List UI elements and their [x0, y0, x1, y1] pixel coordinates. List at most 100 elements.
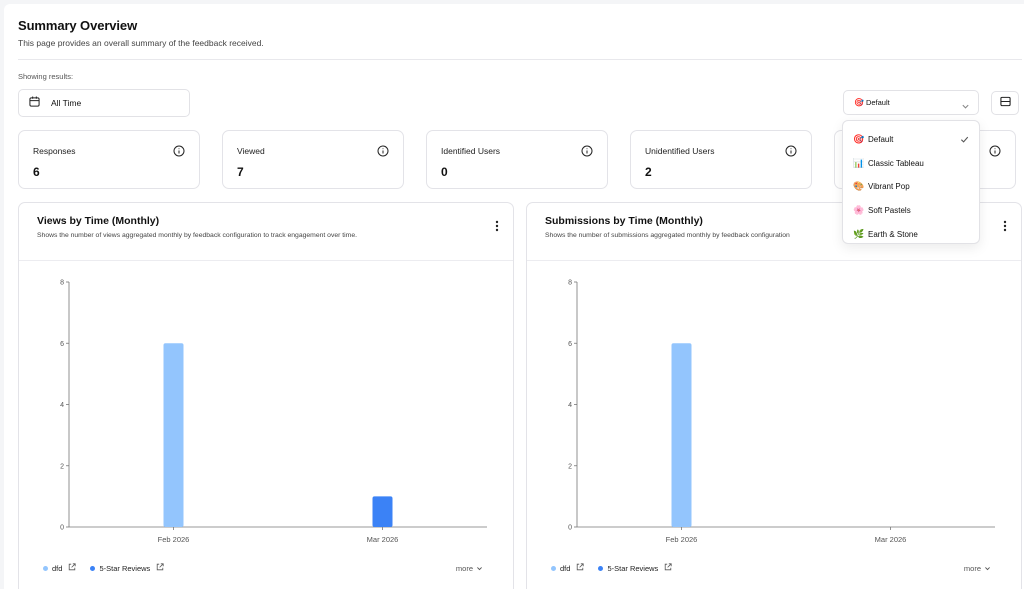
color-palette-select[interactable]: 🎯 Default [843, 90, 979, 115]
header-divider [18, 59, 1022, 60]
stat-value: 2 [645, 165, 652, 179]
showing-results-label: Showing results: [18, 72, 74, 81]
external-link-icon[interactable] [68, 563, 77, 573]
x-tick-label: Mar 2026 [367, 535, 399, 544]
views-by-time-card: Views by Time (Monthly) Shows the number… [18, 202, 514, 589]
stat-card-viewed: Viewed 7 [222, 130, 404, 189]
views-bar-chart: 0 2 4 6 8 Feb 2026 Mar 2026 [60, 280, 487, 544]
legend-swatch [43, 565, 48, 571]
legend-item-dfd[interactable]: dfd [43, 563, 77, 573]
more-label: more [963, 564, 981, 573]
chart-description: Shows the number of submissions aggregat… [545, 232, 790, 239]
legend-label: dfd [560, 563, 571, 573]
option-label: Vibrant Pop [868, 182, 910, 192]
palette-dropdown-menu: 🎯 Default 📊 Classic Tableau 🎨 Vibrant Po… [842, 120, 980, 244]
y-tick-label: 8 [60, 280, 64, 287]
y-tick-label: 2 [60, 463, 64, 470]
page-subtitle: This page provides an overall summary of… [18, 38, 264, 48]
bar-dfd [671, 343, 692, 527]
calendar-icon [29, 94, 40, 112]
x-tick-label: Mar 2026 [875, 535, 907, 544]
stat-value: 6 [33, 165, 40, 179]
palette-option-earth-stone[interactable]: 🌿 Earth & Stone [843, 222, 979, 246]
chart-legend: dfd 5-Star Reviews [43, 563, 178, 573]
page-title: Summary Overview [18, 18, 138, 33]
chart-title: Views by Time (Monthly) [37, 215, 160, 227]
chart-legend: dfd 5-Star Reviews [551, 563, 686, 573]
chevron-down-icon [961, 98, 970, 116]
page-header: Summary Overview This page provides an o… [18, 18, 1024, 48]
legend-label: 5-Star Reviews [99, 563, 151, 573]
option-label: Earth & Stone [868, 229, 918, 239]
info-icon[interactable] [785, 144, 797, 162]
option-label: Classic Tableau [868, 158, 924, 168]
stat-label: Viewed [237, 146, 265, 156]
external-link-icon[interactable] [156, 563, 164, 573]
target-icon: 🎯 [854, 98, 864, 107]
more-label: more [455, 564, 473, 573]
chevron-down-icon [477, 567, 482, 571]
stat-card-responses: Responses 6 [18, 130, 200, 189]
y-tick-label: 6 [568, 341, 572, 348]
x-tick-label: Feb 2026 [158, 535, 190, 544]
y-tick-label: 4 [60, 402, 64, 409]
legend-swatch [598, 565, 604, 571]
palette-option-soft-pastels[interactable]: 🌸 Soft Pastels [843, 199, 979, 223]
legend-label: dfd [52, 563, 63, 573]
y-tick-label: 4 [568, 402, 572, 409]
legend-swatch [551, 565, 556, 571]
submissions-by-time-card: Submissions by Time (Monthly) Shows the … [526, 202, 1022, 589]
info-icon[interactable] [581, 144, 593, 162]
external-link-icon[interactable] [576, 563, 585, 573]
submissions-bar-chart: 0 2 4 6 8 Feb 2026 Mar 2026 [568, 280, 995, 544]
date-range-picker[interactable]: All Time [18, 89, 190, 117]
stat-value: 7 [237, 165, 244, 179]
external-link-icon[interactable] [664, 563, 672, 573]
y-tick-label: 0 [568, 525, 572, 532]
chart-title: Submissions by Time (Monthly) [545, 215, 703, 227]
palette-option-classic-tableau[interactable]: 📊 Classic Tableau [843, 152, 979, 176]
palette-selected-label: Default [865, 98, 890, 107]
target-icon: 🎯 [853, 134, 865, 145]
info-icon[interactable] [989, 144, 1001, 162]
palette-option-default[interactable]: 🎯 Default [843, 128, 979, 152]
bar-chart-icon: 📊 [853, 157, 865, 168]
x-tick-label: Feb 2026 [666, 535, 698, 544]
summary-page: Summary Overview This page provides an o… [4, 4, 1024, 589]
stat-label: Responses [33, 146, 76, 156]
chevron-down-icon [985, 567, 990, 571]
more-options-icon[interactable] [1003, 219, 1007, 237]
chart-header: Views by Time (Monthly) Shows the number… [19, 203, 513, 261]
y-tick-label: 0 [60, 525, 64, 532]
palette-option-vibrant-pop[interactable]: 🎨 Vibrant Pop [843, 175, 979, 199]
flower-icon: 🌸 [853, 205, 865, 216]
legend-label: 5-Star Reviews [607, 563, 659, 573]
legend-item-dfd[interactable]: dfd [551, 563, 585, 573]
date-range-label: All Time [51, 98, 82, 108]
stat-label: Unidentified Users [645, 146, 715, 156]
info-icon[interactable] [377, 144, 389, 162]
info-icon[interactable] [173, 144, 185, 162]
y-tick-label: 2 [568, 463, 572, 470]
legend-item-5-star-reviews[interactable]: 5-Star Reviews [90, 563, 164, 573]
chart-description: Shows the number of views aggregated mon… [37, 232, 358, 239]
bar-5-star-reviews [372, 496, 393, 527]
leaf-icon: 🌿 [853, 228, 865, 239]
bar-dfd [163, 343, 184, 527]
more-options-icon[interactable] [495, 219, 499, 237]
checkmark-icon [960, 135, 969, 146]
stat-card-identified-users: Identified Users 0 [426, 130, 608, 189]
legend-more-button[interactable]: more [456, 564, 483, 573]
stat-card-unidentified-users: Unidentified Users 2 [630, 130, 812, 189]
legend-more-button[interactable]: more [964, 564, 991, 573]
option-label: Default [868, 135, 894, 145]
legend-item-5-star-reviews[interactable]: 5-Star Reviews [598, 563, 672, 573]
legend-swatch [90, 565, 96, 571]
option-label: Soft Pastels [868, 206, 911, 216]
palette-icon: 🎨 [853, 181, 865, 192]
layout-toggle-button[interactable] [991, 91, 1019, 115]
y-tick-label: 6 [60, 341, 64, 348]
y-tick-label: 8 [568, 280, 572, 287]
stat-label: Identified Users [441, 146, 501, 156]
stat-value: 0 [441, 165, 448, 179]
